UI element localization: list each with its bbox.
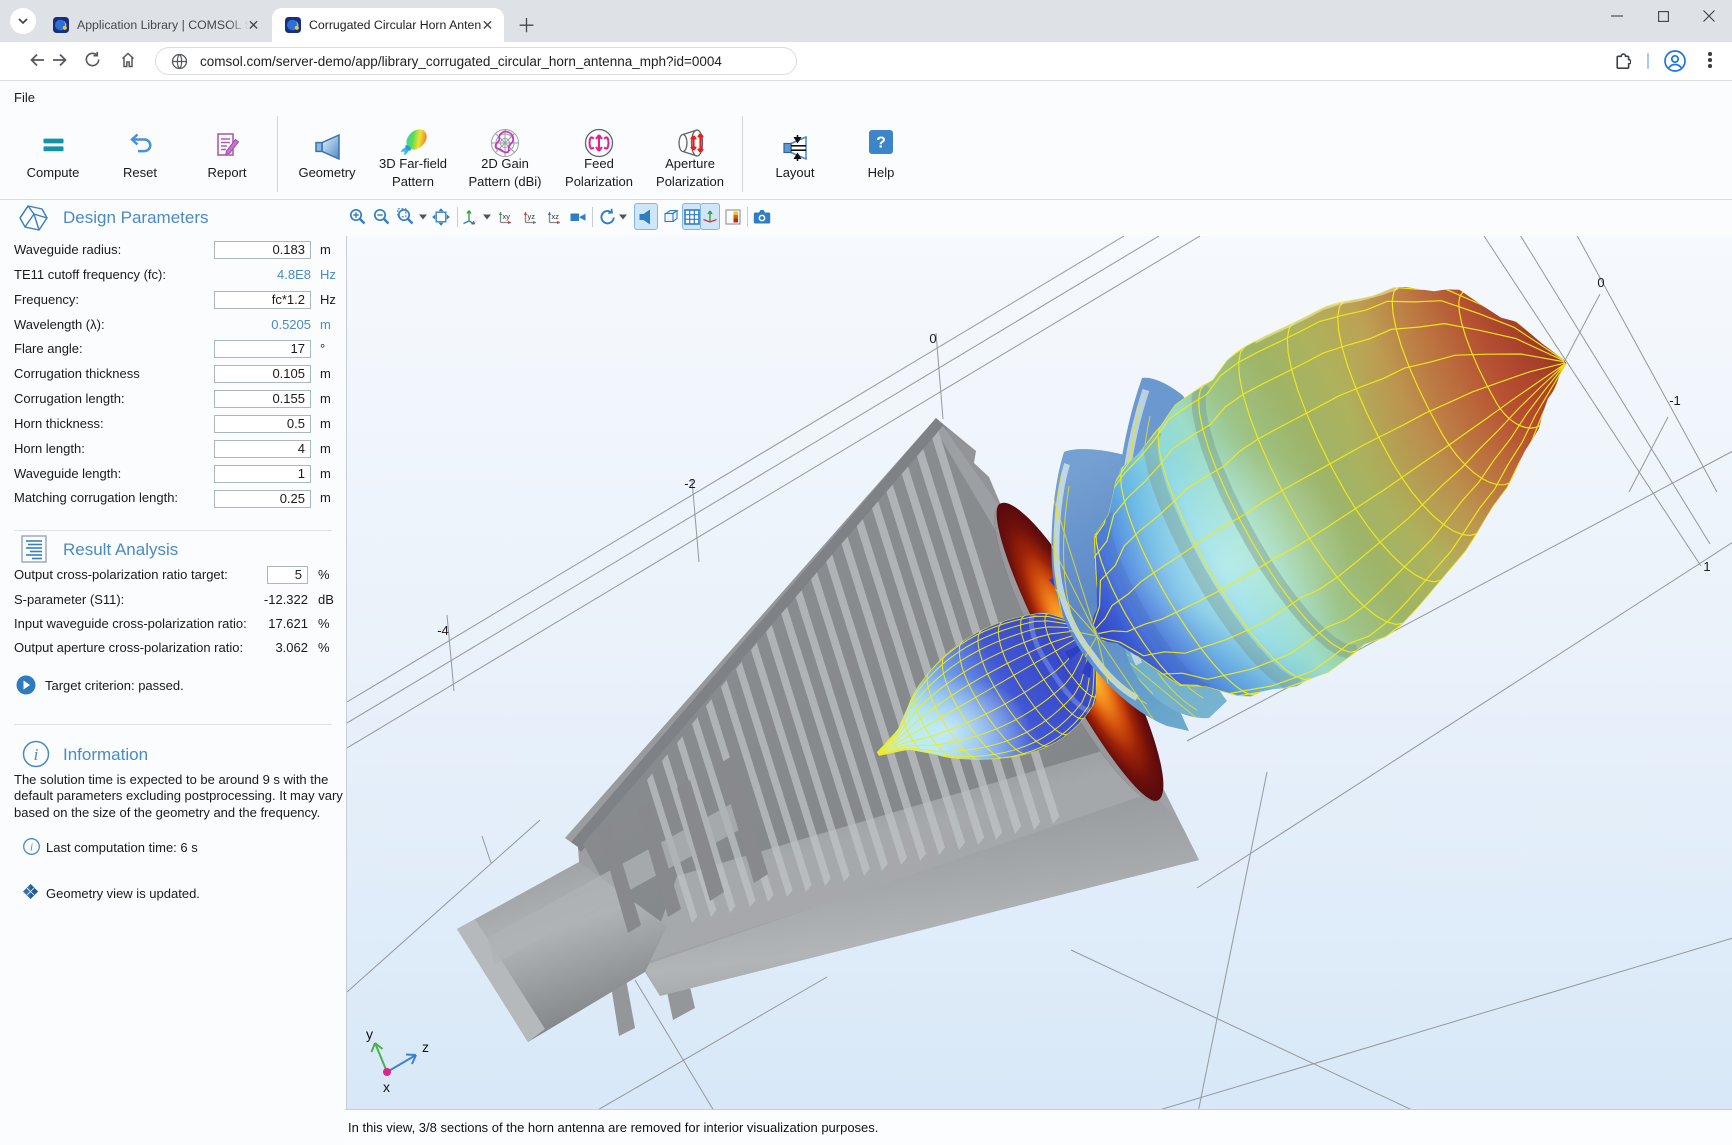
svg-text:y: y (366, 1026, 373, 1042)
svg-text:-1: -1 (1669, 393, 1681, 408)
svg-text:0: 0 (1597, 275, 1604, 290)
svg-text:?: ? (876, 135, 886, 152)
svg-text:0: 0 (929, 331, 936, 346)
svg-text:x: x (383, 1079, 390, 1095)
svg-text:i: i (34, 745, 39, 764)
svg-text:-2: -2 (684, 476, 696, 491)
svg-text:1: 1 (1703, 559, 1710, 574)
svg-text:z: z (422, 1039, 429, 1055)
svg-text:-4: -4 (437, 623, 449, 638)
svg-text:yz: yz (528, 212, 536, 221)
svg-text:xz: xz (552, 212, 560, 221)
svg-text:i: i (30, 842, 33, 854)
svg-text:xy: xy (503, 212, 511, 221)
